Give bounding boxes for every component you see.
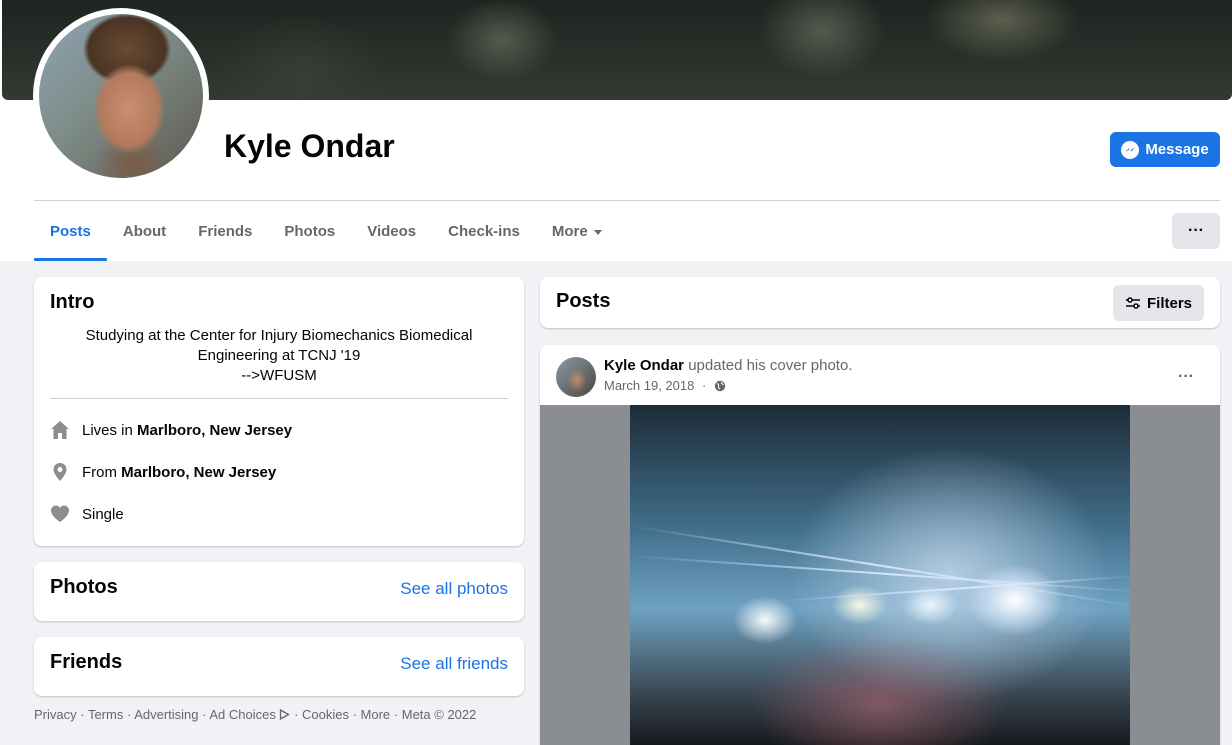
footer-separator: ·: [123, 707, 135, 722]
profile-picture[interactable]: [39, 14, 203, 178]
footer-ad-choices-label: Ad Choices: [209, 707, 276, 722]
tab-videos-label: Videos: [367, 222, 417, 240]
post-card: Kyle Ondar updated his cover photo. Marc…: [540, 345, 1220, 745]
bio-line: Studying at the Center for Injury Biomec…: [85, 327, 473, 344]
tab-videos[interactable]: Videos: [351, 201, 432, 261]
tab-more-label: More: [551, 222, 588, 240]
profile-tabs: Posts About Friends Photos Videos Check-…: [34, 201, 618, 261]
post-meta: March 19, 2018 ·: [604, 378, 726, 393]
footer-separator: ·: [348, 707, 361, 722]
filters-icon: [1125, 297, 1140, 309]
light-beam: [630, 555, 1130, 594]
bio-line: Engineering at TCNJ '19: [197, 347, 361, 364]
profile-more-options-button[interactable]: ···: [1172, 213, 1220, 249]
post-action-text: updated his cover photo.: [684, 357, 853, 374]
caret-down-icon: [593, 230, 602, 235]
footer-separator: ·: [390, 707, 402, 722]
tab-photos[interactable]: Photos: [268, 201, 351, 261]
tab-photos-label: Photos: [284, 222, 336, 240]
footer-ad-choices-link[interactable]: Ad Choices: [209, 707, 291, 722]
footer-links: Privacy · Terms · Advertising · Ad Choic…: [34, 707, 476, 722]
posts-header-card: Posts Filters: [540, 277, 1220, 328]
home-icon: [50, 420, 70, 440]
profile-name: Kyle Ondar: [224, 128, 395, 164]
footer-separator: ·: [76, 707, 88, 722]
relationship-status: Single: [82, 505, 124, 523]
post-photo[interactable]: [630, 405, 1130, 745]
see-all-friends-link[interactable]: See all friends: [400, 654, 508, 674]
post-photo-container: [540, 405, 1220, 745]
relationship-row: Single: [50, 504, 124, 524]
filters-button[interactable]: Filters: [1112, 285, 1204, 321]
tab-friends-label: Friends: [198, 222, 253, 240]
ad-choices-icon: [280, 708, 291, 721]
filters-label: Filters: [1146, 294, 1192, 312]
messenger-icon: [1121, 140, 1140, 159]
footer-privacy-link[interactable]: Privacy: [34, 707, 77, 722]
heart-icon: [50, 504, 70, 524]
photos-card: Photos See all photos: [34, 562, 524, 621]
post-date-separator: ·: [698, 378, 710, 393]
post-author-name[interactable]: Kyle Ondar: [604, 357, 684, 374]
footer-separator: ·: [198, 707, 210, 722]
tab-posts[interactable]: Posts: [34, 201, 107, 261]
tab-more[interactable]: More: [536, 201, 618, 261]
footer-more-link[interactable]: More: [361, 707, 391, 722]
photos-title: Photos: [50, 576, 118, 598]
tab-about[interactable]: About: [107, 201, 182, 261]
from-row: From Marlboro, New Jersey: [50, 462, 276, 482]
footer-copyright: Meta © 2022: [401, 707, 477, 722]
lives-in-prefix: Lives in: [82, 421, 138, 439]
see-all-photos-link[interactable]: See all photos: [400, 579, 508, 599]
post-date[interactable]: March 19, 2018: [604, 378, 694, 393]
post-options-button[interactable]: ···: [1168, 359, 1204, 395]
tab-friends[interactable]: Friends: [182, 201, 268, 261]
intro-bio: Studying at the Center for Injury Biomec…: [50, 326, 508, 386]
light-beam: [630, 525, 1130, 609]
intro-card: Intro Studying at the Center for Injury …: [34, 277, 524, 546]
globe-icon: [714, 380, 726, 391]
footer-advertising-link[interactable]: Advertising: [134, 707, 198, 722]
tab-about-label: About: [122, 222, 167, 240]
tab-check-ins-label: Check-ins: [448, 222, 520, 240]
lives-in-row: Lives in Marlboro, New Jersey: [50, 420, 292, 440]
post-author-avatar[interactable]: [556, 357, 596, 397]
footer-separator: ·: [290, 707, 303, 722]
tab-check-ins[interactable]: Check-ins: [432, 201, 536, 261]
location-pin-icon: [50, 462, 70, 482]
tab-posts-label: Posts: [50, 222, 91, 240]
message-button-label: Message: [1145, 141, 1209, 158]
footer-cookies-link[interactable]: Cookies: [302, 707, 349, 722]
posts-title: Posts: [556, 290, 611, 312]
intro-divider: [50, 398, 508, 399]
message-button[interactable]: Message: [1110, 132, 1220, 167]
from-prefix: From: [82, 463, 122, 481]
post-header-text: Kyle Ondar updated his cover photo.: [604, 357, 852, 374]
friends-title: Friends: [50, 651, 123, 673]
from-place[interactable]: Marlboro, New Jersey: [121, 464, 276, 481]
bio-line: -->WFUSM: [241, 367, 317, 384]
friends-card: Friends See all friends: [34, 637, 524, 696]
footer-terms-link[interactable]: Terms: [88, 707, 123, 722]
lives-in-place[interactable]: Marlboro, New Jersey: [137, 422, 292, 439]
intro-title: Intro: [50, 291, 95, 313]
